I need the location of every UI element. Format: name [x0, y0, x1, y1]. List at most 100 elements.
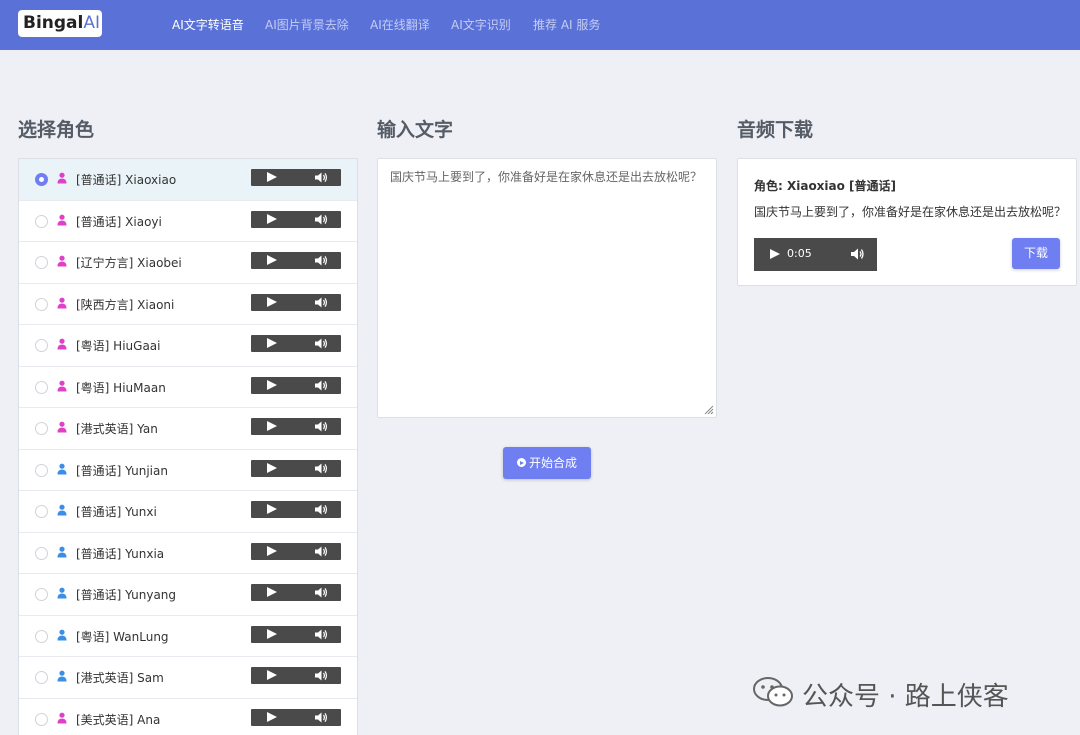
voice-row[interactable]: [港式英语] Sam	[19, 657, 357, 699]
voice-preview-player[interactable]	[251, 210, 341, 228]
voice-label: [普通话] Yunyang	[76, 588, 177, 602]
voice-preview-player[interactable]	[251, 708, 341, 726]
voice-row[interactable]: [陕西方言] Xiaoni	[19, 284, 357, 325]
voice-radio[interactable]	[35, 173, 48, 186]
voice-preview-player[interactable]	[251, 625, 341, 643]
volume-icon[interactable]	[314, 503, 328, 516]
voice-preview-player[interactable]	[251, 501, 341, 518]
voice-row[interactable]: [粤语] HiuMaan	[19, 367, 357, 408]
voice-row[interactable]: [普通话] Yunyang	[19, 574, 357, 616]
voice-label: [普通话] Yunxi	[76, 505, 157, 519]
watermark-text: 公众号 · 路上侠客	[802, 682, 1009, 712]
logo[interactable]: BingalAI	[18, 10, 102, 37]
voice-row[interactable]: [普通话] Xiaoxiao	[19, 159, 357, 201]
voice-preview-player[interactable]	[251, 252, 341, 269]
nav-link-recommend[interactable]: 推荐 AI 服务	[533, 16, 600, 33]
volume-icon[interactable]	[314, 337, 328, 350]
play-icon[interactable]	[770, 249, 780, 259]
volume-icon[interactable]	[314, 462, 328, 475]
play-icon[interactable]	[267, 255, 277, 265]
play-icon[interactable]	[267, 421, 277, 431]
volume-icon[interactable]	[850, 247, 864, 261]
voice-row[interactable]: [普通话] Yunjian	[19, 450, 357, 491]
volume-icon[interactable]	[314, 545, 328, 558]
volume-icon[interactable]	[314, 669, 328, 682]
voice-radio[interactable]	[35, 339, 48, 352]
resize-handle-icon[interactable]	[704, 405, 714, 415]
voice-radio[interactable]	[35, 297, 48, 311]
play-icon[interactable]	[267, 296, 277, 307]
voice-radio[interactable]	[35, 629, 48, 643]
nav-link-ocr[interactable]: AI文字识别	[451, 16, 511, 33]
volume-icon[interactable]	[314, 171, 328, 184]
start-synthesis-button[interactable]: 开始合成	[503, 447, 591, 479]
volume-icon[interactable]	[314, 586, 328, 599]
volume-icon[interactable]	[314, 711, 328, 724]
voice-radio[interactable]	[35, 422, 48, 435]
voice-preview-player[interactable]	[251, 335, 341, 352]
voice-preview-player[interactable]	[251, 459, 341, 477]
voice-row[interactable]: [港式英语] Yan	[19, 408, 357, 450]
play-icon[interactable]	[267, 587, 277, 597]
download-audio-player[interactable]: 0:05	[754, 238, 877, 271]
play-icon[interactable]	[267, 504, 277, 514]
nav-link-bg-removal[interactable]: AI图片背景去除	[265, 16, 349, 33]
volume-icon[interactable]	[314, 420, 328, 433]
play-icon[interactable]	[267, 628, 277, 639]
voice-preview-player[interactable]	[251, 169, 341, 186]
download-button[interactable]: 下载	[1012, 238, 1060, 269]
voice-row[interactable]: [美式英语] Ana	[19, 699, 357, 735]
person-icon	[57, 214, 67, 225]
voice-radio[interactable]	[35, 712, 48, 726]
voice-row[interactable]: [辽宁方言] Xiaobei	[19, 242, 357, 284]
text-input-content[interactable]: 国庆节马上要到了，你准备好是在家休息还是出去放松呢？	[390, 168, 702, 185]
voice-preview-player[interactable]	[251, 667, 341, 684]
voice-preview-player[interactable]	[251, 584, 341, 601]
volume-icon[interactable]	[314, 213, 328, 226]
volume-icon[interactable]	[314, 379, 328, 392]
voice-radio[interactable]	[35, 380, 48, 394]
play-icon[interactable]	[267, 338, 277, 348]
play-icon[interactable]	[267, 462, 277, 473]
voice-row[interactable]: [粤语] HiuGaai	[19, 325, 357, 367]
nav-link-translate[interactable]: AI在线翻译	[370, 16, 430, 33]
volume-icon[interactable]	[314, 254, 328, 267]
volume-icon[interactable]	[314, 296, 328, 309]
voice-row[interactable]: [普通话] Yunxi	[19, 491, 357, 533]
voice-radio[interactable]	[35, 463, 48, 477]
voice-preview-player[interactable]	[251, 293, 341, 311]
text-input-area[interactable]: 国庆节马上要到了，你准备好是在家休息还是出去放松呢？	[377, 158, 717, 418]
person-icon	[57, 587, 67, 599]
voice-radio[interactable]	[35, 546, 48, 560]
voice-label: [粤语] WanLung	[76, 629, 169, 644]
person-icon	[57, 421, 67, 433]
person-icon	[57, 380, 67, 391]
voice-radio[interactable]	[35, 505, 48, 518]
voice-radio[interactable]	[35, 588, 48, 601]
play-icon[interactable]	[267, 172, 277, 182]
voice-radio[interactable]	[35, 671, 48, 684]
voice-label: [普通话] Xiaoxiao	[76, 173, 177, 187]
nav-link-tts[interactable]: AI文字转语音	[172, 16, 244, 33]
volume-icon[interactable]	[314, 628, 328, 641]
play-icon[interactable]	[267, 379, 277, 390]
voice-preview-player[interactable]	[251, 418, 341, 435]
top-navbar: BingalAI AI文字转语音 AI图片背景去除 AI在线翻译 AI文字识别 …	[0, 0, 1080, 50]
voice-preview-player[interactable]	[251, 376, 341, 394]
play-icon[interactable]	[267, 711, 277, 722]
play-icon[interactable]	[267, 670, 277, 680]
person-icon	[57, 338, 67, 350]
play-icon[interactable]	[267, 545, 277, 556]
voice-row[interactable]: [粤语] WanLung	[19, 616, 357, 657]
voice-preview-player[interactable]	[251, 542, 341, 560]
voice-label: [港式英语] Yan	[76, 422, 158, 436]
voice-row[interactable]: [普通话] Xiaoyi	[19, 201, 357, 242]
voice-row[interactable]: [普通话] Yunxia	[19, 533, 357, 574]
download-text: 国庆节马上要到了，你准备好是在家休息还是出去放松呢？	[754, 205, 1067, 219]
voice-label: [普通话] Yunxia	[76, 546, 165, 561]
voice-radio[interactable]	[35, 256, 48, 269]
voice-radio[interactable]	[35, 214, 48, 228]
input-title: 输入文字	[377, 119, 454, 141]
voice-list: [普通话] Xiaoxiao [普通话] Xiaoyi [辽宁方言] Xiaobei…	[18, 158, 358, 735]
play-icon[interactable]	[267, 213, 277, 224]
